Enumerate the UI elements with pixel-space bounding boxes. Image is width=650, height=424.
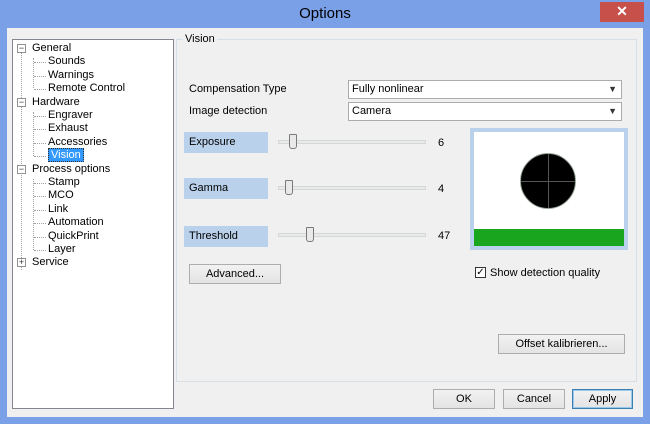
tree-item-label: Hardware — [32, 96, 80, 108]
tree-connector — [34, 116, 46, 117]
options-window: Options ✕ − General Sounds Warnings Remote C… — [0, 0, 650, 424]
threshold-label: Threshold — [184, 226, 268, 247]
exposure-slider-track[interactable] — [278, 140, 426, 144]
tree-item-label: Stamp — [48, 176, 80, 188]
collapse-icon[interactable]: − — [17, 44, 26, 53]
gamma-label: Gamma — [184, 178, 268, 199]
window-title: Options — [299, 5, 351, 22]
threshold-value: 47 — [438, 230, 451, 242]
camera-preview — [470, 128, 628, 250]
tree-connector — [34, 237, 46, 238]
tree-connector — [34, 76, 46, 77]
chevron-down-icon: ▼ — [608, 106, 617, 116]
tree-item[interactable]: Layer — [48, 243, 76, 256]
gamma-slider-track[interactable] — [278, 186, 426, 190]
title-bar: Options ✕ — [0, 0, 650, 28]
tree-connector — [34, 89, 46, 90]
dialog-client: − General Sounds Warnings Remote Control − Har… — [7, 28, 643, 417]
tree-item[interactable]: Stamp — [48, 176, 80, 189]
advanced-button[interactable]: Advanced... — [189, 264, 281, 284]
tree-item-label: Engraver — [48, 109, 93, 121]
compensation-type-label: Compensation Type — [189, 83, 287, 95]
tree-item-label: Accessories — [48, 136, 108, 148]
apply-button[interactable]: Apply — [572, 389, 633, 409]
tree-connector — [34, 183, 46, 184]
threshold-slider-track[interactable] — [278, 233, 426, 237]
tree-connector — [34, 196, 46, 197]
tree-connector — [33, 112, 34, 156]
detection-quality-bar — [474, 229, 624, 246]
show-detection-quality-label: Show detection quality — [490, 267, 601, 279]
tree-connector — [34, 62, 46, 63]
tree-item-label: Warnings — [48, 69, 95, 81]
group-title: Vision — [183, 33, 217, 45]
tree-item-label: Automation — [48, 216, 104, 228]
tree-item[interactable]: MCO — [48, 189, 74, 202]
tree-item[interactable]: General — [32, 42, 71, 55]
ok-button[interactable]: OK — [433, 389, 495, 409]
options-tree[interactable]: − General Sounds Warnings Remote Control − Har… — [12, 39, 174, 409]
tree-connector — [34, 129, 46, 130]
tree-connector — [21, 48, 22, 270]
expand-icon[interactable]: + — [17, 258, 26, 267]
tree-item-label: Service — [32, 256, 69, 268]
tree-item-label: Sounds — [48, 55, 86, 67]
tree-item-label: Layer — [48, 243, 76, 255]
tree-item[interactable]: Link — [48, 203, 68, 216]
tree-connector — [33, 179, 34, 250]
checkmark-icon: ✓ — [476, 267, 485, 278]
tree-connector — [34, 210, 46, 211]
offset-calibrate-button[interactable]: Offset kalibrieren... — [498, 334, 625, 354]
exposure-slider-thumb[interactable] — [289, 134, 297, 149]
tree-item-label: MCO — [48, 189, 74, 201]
tree-item[interactable]: Service — [32, 256, 69, 269]
target-marker-icon — [520, 153, 576, 209]
tree-item-label: Process options — [32, 163, 111, 175]
tree-connector — [34, 250, 46, 251]
exposure-value: 6 — [438, 137, 445, 149]
tree-item-label: Vision — [48, 148, 84, 162]
tree-item[interactable]: Exhaust — [48, 122, 88, 135]
compensation-type-select[interactable]: Fully nonlinear ▼ — [348, 80, 622, 99]
tree-item[interactable]: Warnings — [48, 69, 94, 82]
tree-item[interactable]: Vision — [48, 148, 84, 162]
tree-item[interactable]: Engraver — [48, 109, 93, 122]
collapse-icon[interactable]: − — [17, 165, 26, 174]
tree-item[interactable]: Remote Control — [48, 82, 125, 95]
show-detection-quality-checkbox[interactable]: ✓ — [475, 267, 486, 278]
tree-item[interactable]: Automation — [48, 216, 104, 229]
crosshair-vertical — [548, 154, 549, 208]
tree-item-label: General — [32, 42, 72, 54]
compensation-type-value: Fully nonlinear — [352, 83, 424, 95]
tree-item[interactable]: Hardware — [32, 96, 80, 109]
image-detection-select[interactable]: Camera ▼ — [348, 102, 622, 121]
image-detection-label: Image detection — [189, 105, 268, 117]
chevron-down-icon: ▼ — [608, 84, 617, 94]
tree-item-label: Link — [48, 203, 69, 215]
close-icon: ✕ — [616, 3, 628, 19]
image-detection-value: Camera — [352, 105, 392, 117]
tree-connector — [34, 156, 46, 157]
close-button[interactable]: ✕ — [600, 2, 644, 22]
gamma-slider-thumb[interactable] — [285, 180, 293, 195]
tree-item[interactable]: Process options — [32, 163, 110, 176]
tree-item-label: Remote Control — [48, 82, 126, 94]
collapse-icon[interactable]: − — [17, 98, 26, 107]
tree-item-label: QuickPrint — [48, 230, 99, 242]
tree-item[interactable]: QuickPrint — [48, 230, 99, 243]
tree-item-label: Exhaust — [48, 122, 88, 134]
exposure-label: Exposure — [184, 132, 268, 153]
tree-connector — [34, 223, 46, 224]
gamma-value: 4 — [438, 183, 445, 195]
threshold-slider-thumb[interactable] — [306, 227, 314, 242]
tree-item[interactable]: Sounds — [48, 55, 85, 68]
tree-connector — [34, 143, 46, 144]
cancel-button[interactable]: Cancel — [503, 389, 565, 409]
